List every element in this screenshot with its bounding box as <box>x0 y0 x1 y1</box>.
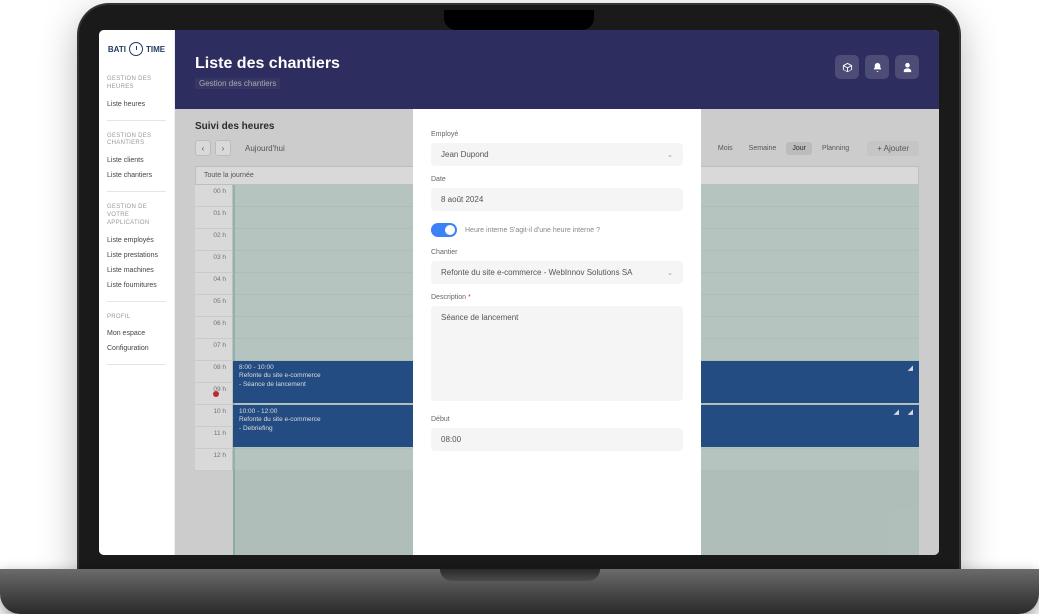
internal-hour-toggle[interactable] <box>431 223 457 237</box>
nav-item-mon-espace[interactable]: Mon espace <box>107 326 166 341</box>
date-label: Date <box>431 176 683 183</box>
date-input[interactable]: 8 août 2024 <box>431 188 683 211</box>
sidebar: BATI TIME GESTION DES HEURES Liste heure… <box>99 30 175 555</box>
logo-text-right: TIME <box>146 45 165 54</box>
start-label: Début <box>431 416 683 423</box>
nav-group-title: GESTION DES CHANTIERS <box>107 133 166 149</box>
employee-value: Jean Dupond <box>441 150 489 159</box>
logo: BATI TIME <box>107 42 166 56</box>
page-subtitle: Gestion des chantiers <box>195 78 280 89</box>
toggle-label: Heure interne S'agit-il d'une heure inte… <box>465 227 600 234</box>
date-value: 8 août 2024 <box>441 195 483 204</box>
nav-item-liste-prestations[interactable]: Liste prestations <box>107 248 166 263</box>
description-label: Description <box>431 294 683 301</box>
employee-label: Employé <box>431 131 683 138</box>
nav-item-liste-heures[interactable]: Liste heures <box>107 97 166 112</box>
clock-icon <box>129 42 143 56</box>
chantier-value: Refonte du site e-commerce - WebInnov So… <box>441 268 633 277</box>
nav-item-liste-chantiers[interactable]: Liste chantiers <box>107 168 166 183</box>
nav-item-liste-fournitures[interactable]: Liste fournitures <box>107 278 166 293</box>
nav-item-configuration[interactable]: Configuration <box>107 341 166 356</box>
header: Liste des chantiers Gestion des chantier… <box>175 30 939 109</box>
chevron-down-icon: ⌄ <box>667 151 673 159</box>
chantier-select[interactable]: Refonte du site e-commerce - WebInnov So… <box>431 261 683 284</box>
user-icon[interactable] <box>895 55 919 79</box>
start-input[interactable]: 08:00 <box>431 428 683 451</box>
chevron-down-icon: ⌄ <box>667 269 673 277</box>
chantier-label: Chantier <box>431 249 683 256</box>
employee-select[interactable]: Jean Dupond ⌄ <box>431 143 683 166</box>
modal: Employé Jean Dupond ⌄ Date 8 août 2024 <box>413 109 701 555</box>
description-textarea[interactable] <box>431 306 683 401</box>
logo-text-left: BATI <box>108 45 126 54</box>
page-title: Liste des chantiers <box>195 55 340 73</box>
nav-item-liste-employes[interactable]: Liste employés <box>107 233 166 248</box>
nav-group-title: GESTION DES HEURES <box>107 76 166 92</box>
nav-item-liste-clients[interactable]: Liste clients <box>107 153 166 168</box>
start-value: 08:00 <box>441 435 461 444</box>
nav-group-title: PROFIL <box>107 314 166 322</box>
bell-icon[interactable] <box>865 55 889 79</box>
nav-item-liste-machines[interactable]: Liste machines <box>107 263 166 278</box>
nav-group-title: GESTION DE VOTRE APPLICATION <box>107 204 166 227</box>
cube-icon[interactable] <box>835 55 859 79</box>
